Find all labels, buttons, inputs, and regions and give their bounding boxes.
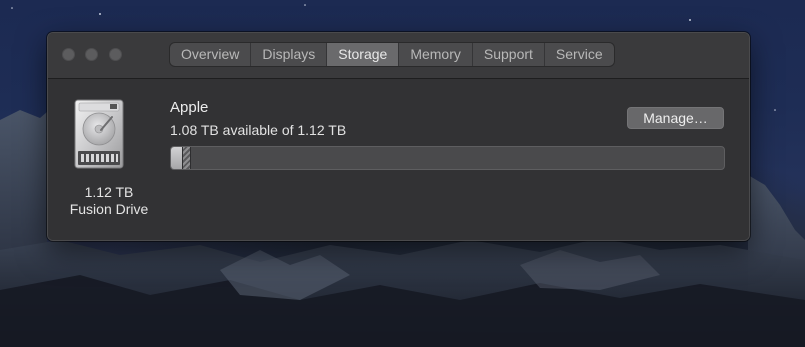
desktop-background: Overview Displays Storage Memory Support… bbox=[0, 0, 805, 347]
tab-bar: Overview Displays Storage Memory Support… bbox=[170, 43, 614, 66]
drive-type: Fusion Drive bbox=[69, 201, 149, 217]
drive-size: 1.12 TB bbox=[84, 184, 134, 200]
tab-displays[interactable]: Displays bbox=[251, 43, 328, 66]
zoom-button[interactable] bbox=[109, 48, 122, 61]
about-this-mac-window: Overview Displays Storage Memory Support… bbox=[47, 32, 750, 241]
tab-service[interactable]: Service bbox=[545, 43, 614, 66]
manage-button[interactable]: Manage… bbox=[627, 107, 724, 129]
close-button[interactable] bbox=[62, 48, 75, 61]
drive-available-text: 1.08 TB available of 1.12 TB bbox=[170, 122, 347, 138]
tab-storage[interactable]: Storage bbox=[327, 43, 400, 66]
storage-used-segment bbox=[171, 147, 183, 169]
storage-usage-bar bbox=[170, 146, 725, 170]
storage-pane: 1.12 TB Fusion Drive Apple 1.08 TB avail… bbox=[48, 79, 749, 240]
title-bar: Overview Displays Storage Memory Support… bbox=[48, 33, 749, 79]
tab-overview[interactable]: Overview bbox=[170, 43, 252, 66]
minimize-button[interactable] bbox=[85, 48, 98, 61]
tab-memory[interactable]: Memory bbox=[399, 43, 473, 66]
drive-name: Apple bbox=[170, 99, 209, 116]
tab-support[interactable]: Support bbox=[473, 43, 545, 66]
drive-caption: 1.12 TB Fusion Drive bbox=[48, 184, 170, 218]
hard-drive-icon bbox=[74, 99, 124, 169]
